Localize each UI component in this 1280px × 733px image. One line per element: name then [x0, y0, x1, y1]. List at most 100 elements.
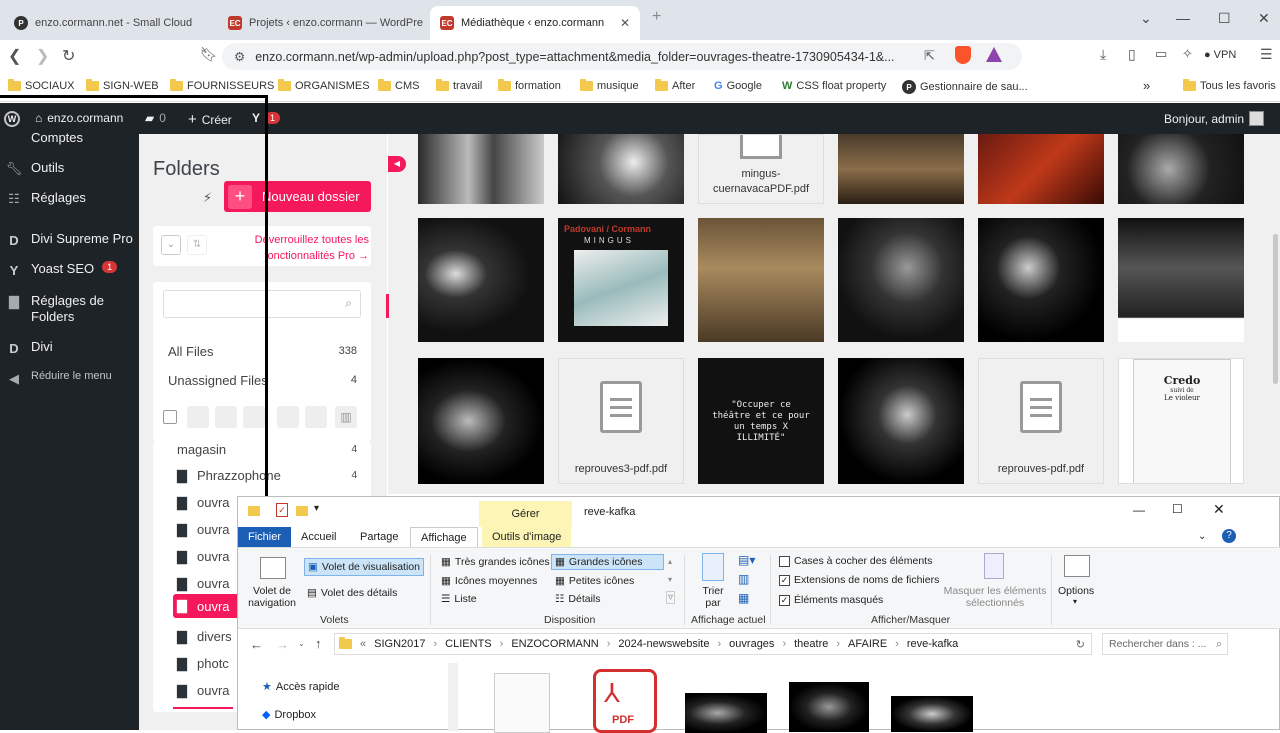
bookmark-css-float[interactable]: W CSS float property [782, 80, 886, 92]
bookmark-sign-web[interactable]: SIGN-WEB [86, 79, 159, 92]
menu-item-folders-settings[interactable]: ▇ Réglages de Folders [5, 293, 131, 325]
media-thumbnail[interactable] [418, 134, 544, 204]
tab-affichage[interactable]: Affichage [410, 527, 478, 548]
refresh-icon[interactable]: ↻ [1076, 638, 1085, 651]
sort-by-button[interactable]: Trier par [700, 585, 726, 609]
media-thumbnail[interactable] [418, 358, 544, 484]
bolt-icon[interactable]: ⚡︎ [203, 190, 212, 206]
bookmark-organismes[interactable]: ORGANISMES [278, 79, 370, 92]
forward-icon[interactable]: ❯ [36, 46, 49, 66]
ribbon-collapse-icon[interactable]: ⌄ [1198, 531, 1206, 542]
tab-accueil[interactable]: Accueil [291, 527, 346, 547]
folder-tree-item[interactable]: ▇ ouvra [177, 576, 230, 592]
media-document[interactable]: reprouves-pdf.pdf [978, 358, 1104, 484]
tab-fichier[interactable]: Fichier [238, 527, 292, 547]
folder-tree-item[interactable]: ▇ ouvra [177, 495, 230, 511]
explorer-breadcrumb[interactable]: « SIGN2017 › CLIENTS › ENZOCORMANN › 2024-n… [334, 633, 1092, 655]
new-tab-button[interactable]: + [652, 8, 661, 26]
hide-selected-button[interactable]: Masquer les éléments sélectionnés [940, 585, 1050, 609]
manage-tab-header[interactable]: Gérer [479, 501, 572, 527]
folder-tree-item[interactable]: ▇ photc [177, 656, 229, 672]
media-document[interactable]: mingus-cuernavacaPDF.pdf [698, 134, 824, 204]
unassigned-files-item[interactable]: Unassigned Files [168, 373, 268, 388]
maximize-icon[interactable]: ☐ [1218, 10, 1231, 27]
group-by-icon[interactable]: ▤▾ [738, 553, 755, 567]
tab-projets[interactable]: EC Projets ‹ enzo.cormann — WordPre [218, 6, 428, 40]
tab-outils-image[interactable]: Outils d'image [482, 527, 572, 547]
media-thumbnail[interactable] [838, 218, 964, 342]
close-tab-icon[interactable]: ✕ [620, 16, 630, 30]
wallet-icon[interactable]: ▭ [1155, 46, 1167, 62]
close-window-icon[interactable]: ✕ [1258, 10, 1270, 27]
brave-shield-icon[interactable] [955, 46, 971, 64]
wordpress-logo-icon[interactable]: W [4, 111, 20, 127]
media-thumbnail[interactable] [418, 218, 544, 342]
menu-icon[interactable]: ☰ [1260, 46, 1273, 63]
reload-icon[interactable]: ↻ [62, 46, 75, 66]
sidebar-icon[interactable]: ▯ [1128, 46, 1136, 63]
media-thumbnail[interactable] [838, 134, 964, 204]
crumb[interactable]: theatre [794, 638, 828, 650]
media-thumbnail[interactable] [698, 218, 824, 342]
all-files-item[interactable]: All Files [168, 344, 214, 359]
properties-icon[interactable]: ✓ [276, 503, 288, 517]
menu-item-divi[interactable]: D Divi [5, 339, 52, 357]
preview-pane-button[interactable]: ▣ Volet de visualisation [304, 558, 424, 576]
nav-dropbox[interactable]: ◆ Dropbox [262, 708, 316, 722]
unlock-pro-link[interactable]: Déverrouillez toutes les fonctionnalités… [241, 232, 369, 264]
crumb[interactable]: SIGN2017 [374, 638, 425, 650]
layout-medium[interactable]: ▦ Icônes moyennes [441, 575, 537, 587]
checkbox[interactable] [779, 555, 790, 567]
folder-action-icon[interactable] [243, 406, 265, 428]
bookmark-google[interactable]: G Google [714, 80, 762, 92]
new-folder-button[interactable]: + Nouveau dossier [224, 181, 371, 212]
hidden-items-toggle[interactable]: ✓ Éléments masqués [779, 594, 883, 606]
layout-list[interactable]: ☰ Liste [441, 593, 477, 605]
folder-tree-item[interactable]: ▇ ouvra [177, 683, 230, 699]
ai-icon[interactable]: ✧ [1182, 46, 1193, 62]
item-checkboxes-toggle[interactable]: Cases à cocher des éléments [779, 555, 932, 567]
explorer-search-input[interactable]: Rechercher dans : ... ⌕ [1102, 633, 1228, 655]
bookmarks-overflow[interactable]: » [1143, 78, 1150, 93]
help-icon[interactable]: ? [1222, 529, 1236, 543]
file-image-thumbnail[interactable] [789, 682, 869, 732]
chevron-down-icon[interactable]: ⌄ [161, 235, 181, 255]
nav-pane-button[interactable]: Volet de navigation [246, 585, 298, 609]
folder-tree-item[interactable]: ▇ divers [177, 629, 232, 645]
details-pane-button[interactable]: ▤ Volet des détails [307, 587, 397, 599]
up-icon[interactable]: ↑ [315, 636, 322, 651]
folder-search-input[interactable]: ⌕ [163, 290, 361, 318]
bookmark-sociaux[interactable]: SOCIAUX [8, 79, 75, 92]
nav-scrollbar[interactable] [448, 663, 458, 731]
minimize-icon[interactable]: — [1176, 10, 1190, 26]
folder-action-icon[interactable] [187, 406, 209, 428]
layout-extra-large[interactable]: ▦ Très grandes icônes [441, 556, 550, 568]
menu-item-yoast[interactable]: Y Yoast SEO 1 [5, 261, 118, 279]
crumb[interactable]: 2024-newswebsite [618, 638, 709, 650]
chevron-down-icon[interactable]: ⌄ [1140, 10, 1152, 27]
comments-link[interactable]: ▰ 0 [145, 111, 166, 125]
scrollbar[interactable] [1273, 234, 1278, 384]
quote-thumbnail[interactable]: "Occuper ce théâtre et ce pour un temps … [698, 358, 824, 484]
resize-handle[interactable] [386, 294, 389, 318]
bookmark-all-favorites[interactable]: Tous les favoris [1183, 79, 1276, 92]
menu-item-comptes[interactable]: Comptes [5, 130, 83, 148]
site-name-link[interactable]: ⌂ enzo.cormann [35, 111, 123, 125]
bookmark-cms[interactable]: CMS [378, 79, 419, 92]
bookmark-gestionnaire[interactable]: P Gestionnaire de sau... [902, 80, 1028, 94]
layout-small[interactable]: ▦ Petites icônes [555, 575, 634, 587]
close-icon[interactable]: ✕ [1213, 501, 1225, 518]
site-info-icon[interactable]: ⚙ [234, 49, 245, 64]
new-folder-icon[interactable] [296, 506, 308, 516]
menu-item-divi-supreme[interactable]: D Divi Supreme Pro [5, 231, 133, 249]
folder-action-icon[interactable] [215, 406, 237, 428]
sort-icon[interactable]: ⇅ [187, 235, 207, 255]
checkbox-checked[interactable]: ✓ [779, 574, 790, 586]
menu-item-reglages[interactable]: ☷ Réglages [5, 190, 86, 208]
album-cover-thumbnail[interactable]: Padovani / Cormann MINGUS [558, 218, 684, 342]
options-button[interactable]: Options [1058, 585, 1094, 597]
collapse-menu-button[interactable]: ◀ Réduire le menu [5, 370, 112, 388]
file-image-thumbnail[interactable] [891, 696, 973, 732]
bookmark-after[interactable]: After [655, 79, 695, 92]
media-thumbnail[interactable] [978, 218, 1104, 342]
